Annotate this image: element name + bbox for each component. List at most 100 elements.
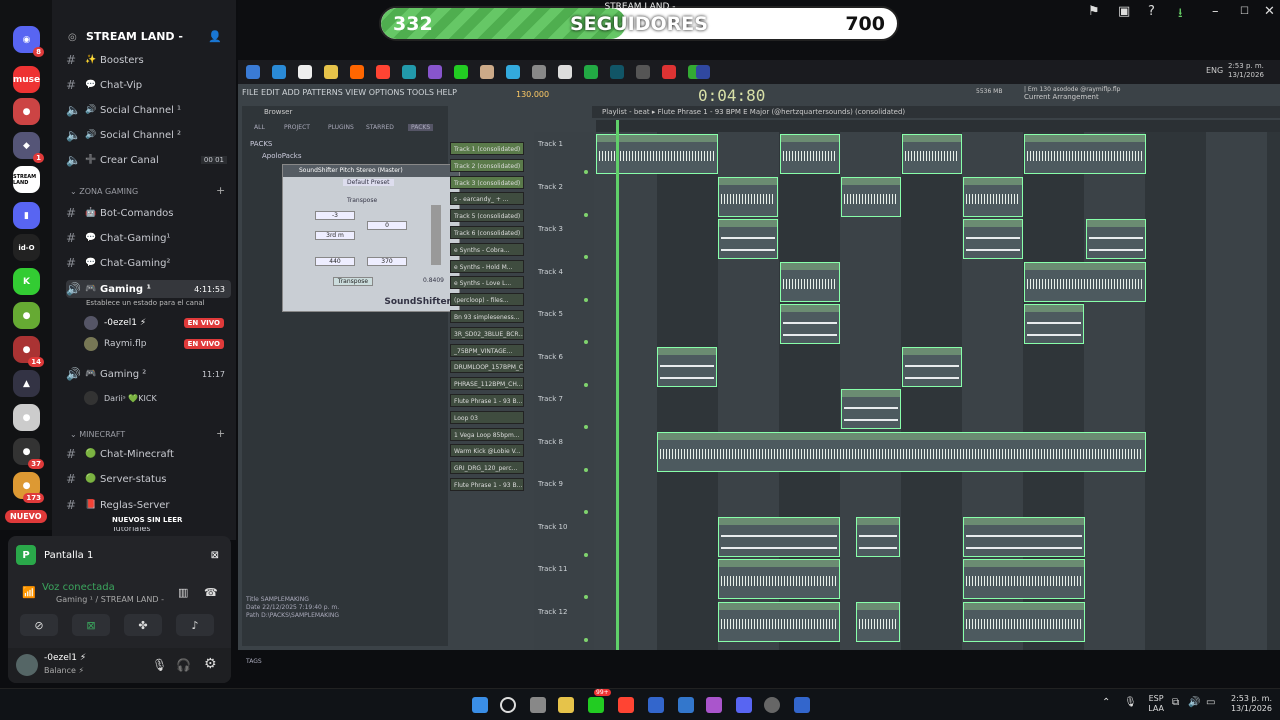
- playlist-clip[interactable]: [902, 346, 962, 387]
- stop-share-icon[interactable]: ⊠: [211, 550, 219, 561]
- track-led[interactable]: [584, 510, 588, 514]
- track-name[interactable]: Track 11: [538, 565, 567, 573]
- server-avatar-2[interactable]: ●: [13, 302, 40, 329]
- tempo-display[interactable]: 130.000: [516, 90, 549, 99]
- track-name[interactable]: Track 8: [538, 438, 563, 446]
- server-id-o[interactable]: id-O: [13, 234, 40, 261]
- playlist-clip[interactable]: [963, 559, 1085, 599]
- channel-boosters[interactable]: # ✨ Boosters: [66, 51, 231, 69]
- explorer-icon[interactable]: [558, 697, 574, 713]
- tab-project[interactable]: PROJECT: [284, 124, 310, 131]
- app-taskbar-icon[interactable]: [648, 697, 664, 713]
- channel-server-status[interactable]: # 🟢 Server-status: [66, 470, 231, 488]
- playlist-header[interactable]: Playlist - beat ▸ Flute Phrase 1 - 93 BP…: [592, 106, 1280, 118]
- app-icon[interactable]: [532, 65, 546, 79]
- voice-user[interactable]: Raymi.flp EN VIVO: [84, 335, 230, 353]
- rack-channel[interactable]: Track 6 (consolidated): [450, 226, 524, 239]
- rack-channel[interactable]: Track 3 (consolidated): [450, 175, 524, 189]
- server-5[interactable]: ●: [13, 404, 40, 431]
- channel-reglas-server[interactable]: # 📕 Reglas-Server: [66, 496, 231, 514]
- obs-taskbar-icon[interactable]: [764, 697, 780, 713]
- rack-channel[interactable]: Track 1 (consolidated): [450, 142, 524, 155]
- rack-channel[interactable]: Loop 03: [450, 410, 524, 424]
- voice-user[interactable]: Dariiˢ 💚KICK: [84, 389, 230, 407]
- app-icon[interactable]: [636, 65, 650, 79]
- source-field[interactable]: 440: [315, 257, 355, 266]
- unreal-icon[interactable]: [696, 65, 710, 79]
- playlist-clip[interactable]: [1086, 219, 1146, 259]
- user-avatar[interactable]: [16, 654, 38, 676]
- fl-menu[interactable]: FILE EDIT ADD PATTERNS VIEW OPTIONS TOOL…: [242, 88, 457, 97]
- discord-taskbar-icon[interactable]: [736, 697, 752, 713]
- rack-channel[interactable]: s - earcandy_ + ...: [450, 192, 524, 206]
- channel-bot-comandos[interactable]: # 🤖 Bot-Comandos: [66, 204, 231, 222]
- channel-chat-vip[interactable]: # 💬 Chat-Vip: [66, 76, 231, 94]
- rack-channel[interactable]: Track 5 (consolidated): [450, 209, 524, 223]
- category-zona-gaming[interactable]: ⌄ ZONA GAMING: [70, 187, 138, 196]
- rack-channel[interactable]: 1 Vega Loop 85bpm...: [450, 427, 524, 441]
- app-taskbar-icon[interactable]: [794, 697, 810, 713]
- discord-home-icon[interactable]: ◉ 8: [13, 26, 44, 57]
- playlist-clip[interactable]: [902, 134, 962, 174]
- tray-chevron-icon[interactable]: ⌃: [1102, 697, 1110, 708]
- rack-channel[interactable]: Flute Phrase 1 - 93 B...: [450, 394, 524, 407]
- playhead[interactable]: [616, 120, 619, 650]
- track-led[interactable]: [584, 552, 588, 557]
- steam-icon[interactable]: [610, 65, 624, 79]
- word-icon[interactable]: [298, 65, 312, 79]
- rack-channel[interactable]: e Synths - Love L...: [450, 276, 524, 290]
- server-6[interactable]: ● 37: [13, 438, 44, 469]
- camera-off-button[interactable]: ⊘: [20, 614, 58, 636]
- app-icon[interactable]: [506, 65, 520, 79]
- folder-app-icon[interactable]: [324, 65, 338, 79]
- voice-status-text[interactable]: Establece un estado para el canal: [86, 299, 205, 307]
- screen-share-box[interactable]: P Pantalla 1 ⊠: [16, 544, 223, 566]
- soundboard-icon[interactable]: ▥: [178, 586, 188, 599]
- tab-plugins[interactable]: PLUGINS: [328, 124, 354, 131]
- playlist-clip[interactable]: [718, 601, 840, 642]
- interval-field[interactable]: 3rd m: [315, 231, 355, 240]
- server-stream-land[interactable]: STREAM LAND: [13, 166, 40, 193]
- server-muse[interactable]: muse: [13, 66, 40, 93]
- track-led[interactable]: [584, 170, 588, 174]
- channel-chat-gaming-1[interactable]: # 💬 Chat-Gaming¹: [66, 229, 231, 247]
- voice-connected-sub[interactable]: Gaming ¹ / STREAM LAND -: [56, 595, 164, 604]
- track-name[interactable]: Track 4: [538, 268, 563, 276]
- fl-icon[interactable]: [480, 65, 494, 79]
- playlist-clip[interactable]: [718, 176, 778, 217]
- channel-crear-canal[interactable]: 🔈 ➕ Crear Canal 00 01: [66, 151, 231, 169]
- plugin-preset[interactable]: Default Preset: [343, 179, 394, 186]
- brave-icon[interactable]: [376, 65, 390, 79]
- whatsapp-taskbar-icon[interactable]: 99+: [588, 689, 611, 713]
- app-taskbar-icon[interactable]: [678, 697, 694, 713]
- rack-channel[interactable]: 3R_SD02_3BLUE_BCR...: [450, 326, 524, 340]
- semitones-field[interactable]: -3: [315, 211, 355, 220]
- playlist-clip[interactable]: [780, 261, 840, 302]
- whatsapp-icon[interactable]: [454, 65, 468, 79]
- dest-field[interactable]: 370: [367, 257, 407, 266]
- app-icon[interactable]: [662, 65, 676, 79]
- app-icon[interactable]: [428, 65, 442, 79]
- playlist-clip[interactable]: [780, 134, 840, 174]
- rack-channel[interactable]: Bn 93 simpleseness...: [450, 310, 524, 323]
- rack-channel[interactable]: (percloop) - files...: [450, 293, 524, 307]
- tab-packs[interactable]: PACKS: [408, 124, 434, 131]
- mode-field[interactable]: Transpose: [333, 277, 373, 286]
- tab-starred[interactable]: STARRED: [366, 124, 394, 131]
- server-4[interactable]: ▲: [13, 370, 40, 397]
- ratio-slider[interactable]: [431, 205, 441, 265]
- playlist-clip[interactable]: [718, 219, 778, 259]
- rack-channel[interactable]: _75BPM_VINTAGE...: [450, 343, 524, 357]
- track-led[interactable]: [584, 212, 588, 217]
- track-name[interactable]: Track 9: [538, 480, 563, 488]
- mic-icon[interactable]: 🎙: [152, 658, 167, 672]
- mic-tray-icon[interactable]: 🎙: [1124, 697, 1137, 708]
- server-avatar[interactable]: ●: [13, 98, 40, 125]
- track-name[interactable]: Track 5: [538, 310, 563, 318]
- playlist-clip[interactable]: [963, 601, 1085, 642]
- channel-social-1[interactable]: 🔈 🔊 Social Channel ¹: [66, 101, 231, 119]
- guild-name[interactable]: STREAM LAND -: [86, 30, 183, 43]
- track-led[interactable]: [584, 595, 588, 599]
- track-name[interactable]: Track 1: [538, 140, 563, 148]
- playlist-clip[interactable]: [780, 304, 840, 344]
